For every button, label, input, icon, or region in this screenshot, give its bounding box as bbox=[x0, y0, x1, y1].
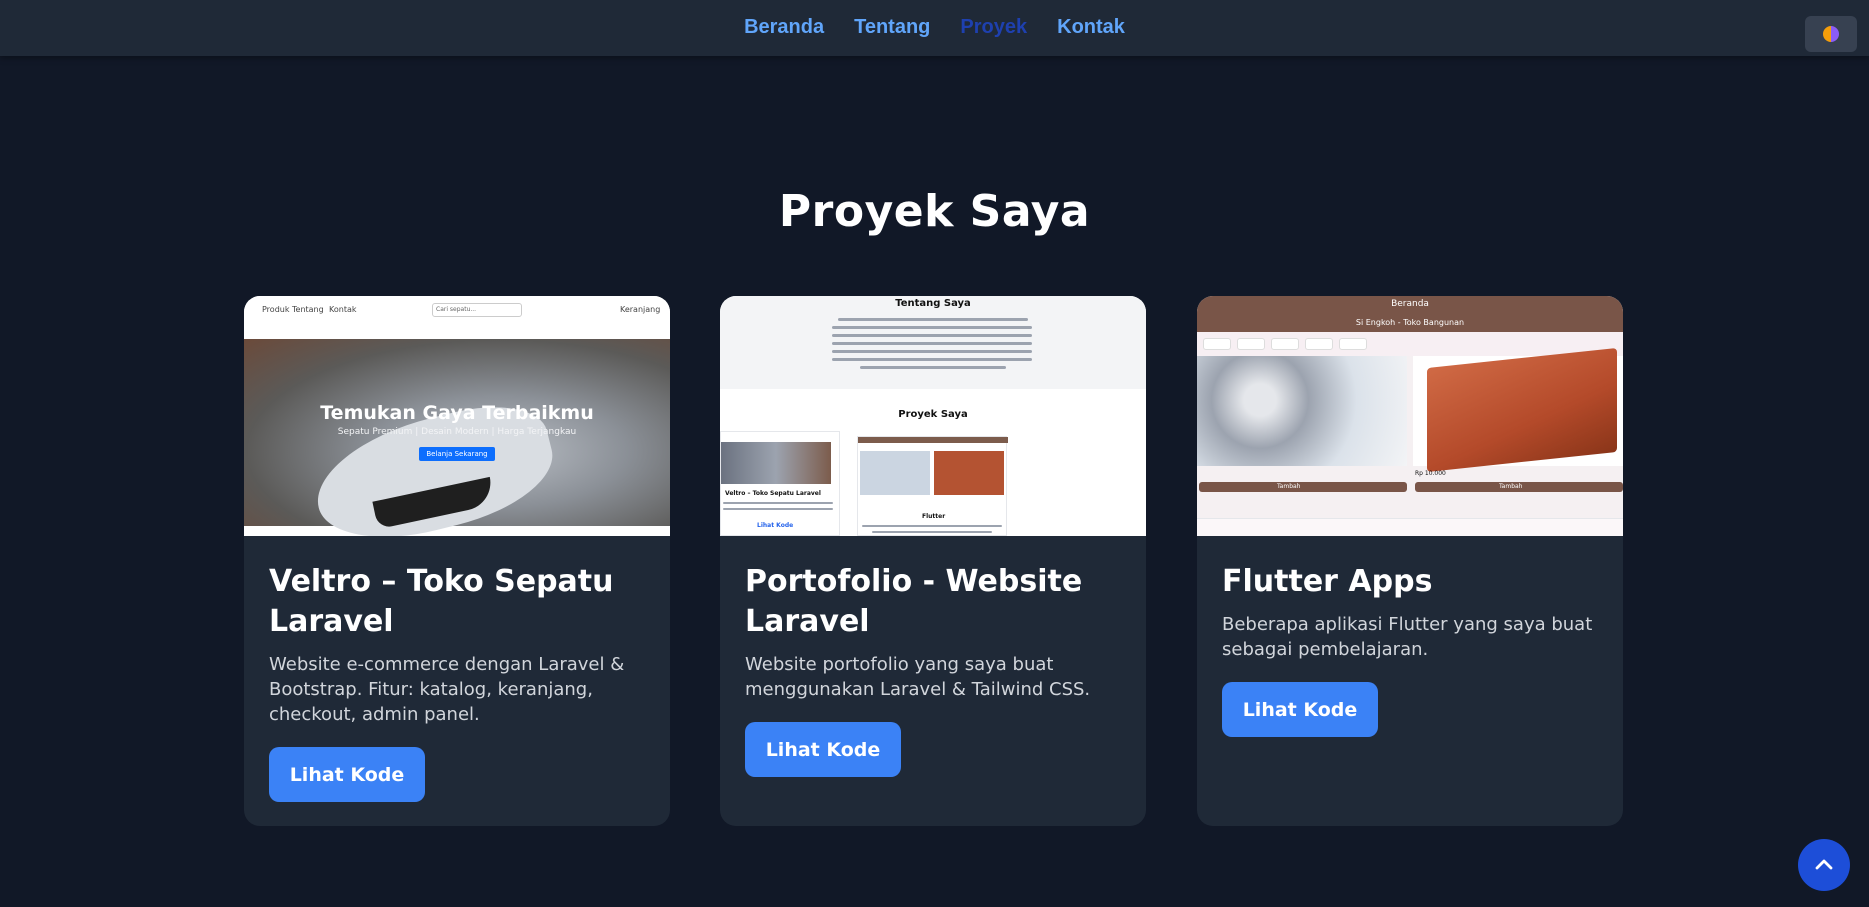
thumb-bottom-nav bbox=[1197, 518, 1623, 536]
project-title: Portofolio - Website Laravel bbox=[745, 564, 1083, 639]
thumb-hero-button: Belanja Sekarang bbox=[419, 447, 495, 461]
thumb-search-box: Cari sepatu... bbox=[432, 303, 522, 317]
thumbnail-navbar: Produk Tentang Kontak Cari sepatu... Ker… bbox=[244, 296, 670, 326]
thumb-about-section: Tentang Saya bbox=[720, 296, 1146, 389]
thumb-text-line bbox=[862, 525, 1002, 527]
thumb-chip bbox=[1237, 338, 1265, 350]
thumb-mini-image bbox=[860, 451, 930, 495]
thumb-add-button: Tambah bbox=[1199, 482, 1407, 492]
thumb-chip bbox=[1305, 338, 1333, 350]
main-nav: Beranda Tentang Proyek Kontak bbox=[0, 16, 1869, 39]
thumb-mini-appbar bbox=[858, 437, 1008, 443]
thumb-add-label: Tambah bbox=[1277, 483, 1301, 490]
card-body: Flutter Apps Beberapa aplikasi Flutter y… bbox=[1197, 536, 1623, 737]
thumb-nav-item: Produk bbox=[262, 305, 290, 314]
thumb-text-line bbox=[860, 366, 1006, 369]
project-title: Flutter Apps bbox=[1222, 564, 1433, 599]
project-card-veltro: Produk Tentang Kontak Cari sepatu... Ker… bbox=[244, 296, 670, 826]
thumb-text-line bbox=[872, 531, 992, 533]
thumb-add-label: Tambah bbox=[1499, 483, 1523, 490]
thumb-text-line bbox=[832, 358, 1032, 361]
thumb-mini-title: Flutter bbox=[922, 513, 946, 520]
project-thumbnail: Tentang Saya Proyek Saya Veltro – Toko S… bbox=[720, 296, 1146, 536]
thumb-text-line bbox=[832, 342, 1032, 345]
thumb-projects-title: Proyek Saya bbox=[898, 409, 968, 420]
thumb-chip bbox=[1271, 338, 1299, 350]
thumb-hero-title: Temukan Gaya Terbaikmu bbox=[320, 402, 594, 424]
project-card-portfolio: Tentang Saya Proyek Saya Veltro – Toko S… bbox=[720, 296, 1146, 826]
thumb-mini-title: Veltro – Toko Sepatu Laravel bbox=[725, 490, 821, 497]
brick-shape bbox=[1427, 348, 1617, 472]
top-navbar: Beranda Tentang Proyek Kontak bbox=[0, 0, 1869, 56]
thumb-text-line bbox=[838, 318, 1028, 321]
thumb-product-image-nails bbox=[1197, 356, 1407, 466]
view-code-button[interactable]: Lihat Kode bbox=[745, 722, 901, 777]
nav-link-kontak[interactable]: Kontak bbox=[1057, 16, 1125, 39]
thumb-mini-image bbox=[934, 451, 1004, 495]
scroll-to-top-button[interactable] bbox=[1798, 839, 1850, 891]
project-thumbnail: Produk Tentang Kontak Cari sepatu... Ker… bbox=[244, 296, 670, 536]
half-circle-theme-icon bbox=[1823, 26, 1839, 42]
card-body: Portofolio - Website Laravel Website por… bbox=[720, 536, 1146, 777]
thumb-about-title: Tentang Saya bbox=[895, 298, 971, 309]
thumb-cart-label: Keranjang bbox=[620, 305, 661, 314]
project-description: Website portofolio yang saya buat menggu… bbox=[745, 654, 1091, 700]
thumb-text-line bbox=[723, 508, 833, 510]
nav-link-tentang[interactable]: Tentang bbox=[854, 16, 930, 39]
thumb-text-line bbox=[832, 326, 1032, 329]
thumb-mini-link: Lihat Kode bbox=[757, 522, 794, 529]
thumb-product-price: Rp 10.000 bbox=[1415, 470, 1446, 477]
thumb-appbar-subtitle: Si Engkoh - Toko Bangunan bbox=[1355, 318, 1465, 327]
project-title: Veltro – Toko Sepatu Laravel bbox=[269, 564, 614, 639]
thumb-appbar-title: Beranda bbox=[1391, 299, 1429, 309]
thumb-mini-card: Veltro – Toko Sepatu Laravel Lihat Kode bbox=[720, 431, 840, 536]
project-card-flutter: Beranda Si Engkoh - Toko Bangunan Rp 10.… bbox=[1197, 296, 1623, 826]
section-title: Proyek Saya bbox=[778, 186, 1091, 237]
thumb-nav-item: Kontak bbox=[329, 305, 357, 314]
thumb-mini-image bbox=[721, 442, 831, 484]
thumb-hero-subtitle: Sepatu Premium | Desain Modern | Harga T… bbox=[337, 427, 577, 437]
card-body: Veltro – Toko Sepatu Laravel Website e-c… bbox=[244, 536, 670, 802]
view-code-button[interactable]: Lihat Kode bbox=[1222, 682, 1378, 737]
thumb-chip bbox=[1203, 338, 1231, 350]
thumb-text-line bbox=[832, 334, 1032, 337]
project-description: Beberapa aplikasi Flutter yang saya buat… bbox=[1222, 614, 1593, 660]
project-description: Website e-commerce dengan Laravel & Boot… bbox=[269, 654, 625, 725]
thumb-nav-item: Tentang bbox=[292, 305, 324, 314]
nav-link-beranda[interactable]: Beranda bbox=[744, 16, 824, 39]
view-code-button[interactable]: Lihat Kode bbox=[269, 747, 425, 802]
thumb-mini-card: Flutter bbox=[857, 436, 1008, 536]
thumb-chip bbox=[1339, 338, 1367, 350]
thumb-text-line bbox=[832, 350, 1032, 353]
thumb-search-placeholder: Cari sepatu... bbox=[436, 306, 477, 313]
thumb-add-button: Tambah bbox=[1415, 482, 1623, 492]
chevron-up-icon bbox=[1815, 859, 1833, 870]
thumb-text-line bbox=[723, 502, 833, 504]
project-thumbnail: Beranda Si Engkoh - Toko Bangunan Rp 10.… bbox=[1197, 296, 1623, 536]
nav-link-proyek[interactable]: Proyek bbox=[960, 16, 1027, 39]
theme-toggle-button[interactable] bbox=[1805, 16, 1857, 52]
